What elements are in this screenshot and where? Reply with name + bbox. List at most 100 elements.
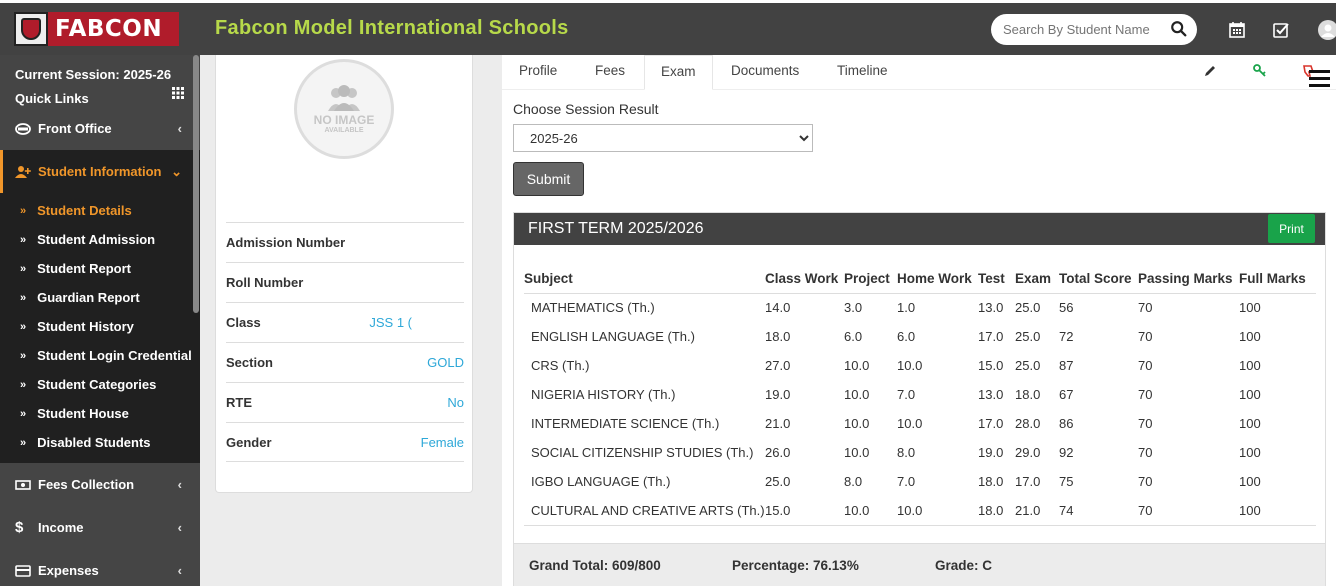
double-chevron-icon: » (20, 233, 27, 246)
table-cell: 70 (1138, 387, 1153, 402)
table-cell: 67 (1059, 387, 1074, 402)
table-cell: 18.0 (1015, 387, 1041, 402)
card-icon (15, 564, 31, 577)
money-icon (15, 479, 31, 490)
submenu-label: Student Categories (37, 377, 157, 392)
table-cell: MATHEMATICS (Th.) (531, 300, 655, 316)
tab-profile[interactable]: Profile (503, 55, 573, 90)
column-header: Project (844, 265, 897, 294)
column-header: Home Work (897, 265, 978, 294)
logo[interactable]: FABCON (14, 12, 179, 46)
sidebar-item-label: Student Information (38, 164, 162, 179)
sidebar-item-income[interactable]: $ Income ‹ (0, 506, 200, 549)
table-cell: 100 (1239, 300, 1261, 316)
table-cell: 100 (1239, 387, 1261, 402)
table-cell: 100 (1239, 358, 1261, 373)
submenu-student-details[interactable]: » Student Details (0, 196, 200, 225)
table-cell: 92 (1059, 445, 1074, 460)
sidebar-item-label: Front Office (38, 121, 112, 136)
table-cell: 17.0 (978, 416, 1004, 431)
sidebar-item-front-office[interactable]: Front Office ‹ (0, 107, 200, 150)
sidebar-scrollbar[interactable] (193, 55, 199, 313)
sidebar-item-label: Expenses (38, 563, 99, 578)
table-cell: CULTURAL AND CREATIVE ARTS (Th.) (524, 496, 765, 526)
session-panel: Current Session: 2025-26 Quick Links (0, 55, 200, 107)
session-result-label: Choose Session Result (513, 101, 659, 117)
info-value: JSS 1 ( (369, 315, 412, 330)
search-icon[interactable] (1170, 20, 1188, 38)
submenu-student-login-credential[interactable]: » Student Login Credential (0, 341, 200, 370)
table-cell: 56 (1059, 300, 1074, 316)
table-cell: 70 (1138, 300, 1153, 316)
table-row: SOCIAL CITIZENSHIP STUDIES (Th.) 26.0 10.0… (524, 438, 1316, 467)
table-cell: NIGERIA HISTORY (Th.) (531, 387, 676, 402)
table-cell: 21.0 (765, 416, 791, 431)
table-cell: 27.0 (765, 358, 791, 373)
tab-fees[interactable]: Fees (579, 55, 641, 90)
table-cell: 70 (1138, 416, 1153, 431)
table-cell: 13.0 (978, 300, 1004, 316)
key-icon[interactable] (1253, 64, 1267, 78)
info-label: Class (226, 315, 261, 330)
table-row: ENGLISH LANGUAGE (Th.) 18.0 6.0 6.0 17.0 25.0… (524, 322, 1316, 351)
sidebar-item-student-information[interactable]: Student Information ⌄ (0, 150, 200, 193)
sidebar-item-expenses[interactable]: Expenses ‹ (0, 549, 200, 586)
edit-icon[interactable] (1203, 64, 1217, 78)
column-header: Total Score (1059, 265, 1138, 294)
submenu-student-report[interactable]: » Student Report (0, 254, 200, 283)
table-cell: 25.0 (765, 474, 791, 489)
table-cell: 10.0 (844, 358, 870, 373)
sidebar-item-fees-collection[interactable]: Fees Collection ‹ (0, 463, 200, 506)
table-cell: 100 (1239, 474, 1261, 489)
profile-info-list: Admission Number Roll Number Class JSS 1 … (226, 222, 464, 462)
submenu-student-history[interactable]: » Student History (0, 312, 200, 341)
search-input[interactable] (1003, 22, 1153, 37)
table-cell: 18.0 (978, 496, 1015, 526)
submit-button[interactable]: Submit (513, 162, 584, 196)
submenu-student-admission[interactable]: » Student Admission (0, 225, 200, 254)
current-session: Current Session: 2025-26 (15, 67, 172, 82)
submenu-guardian-report[interactable]: » Guardian Report (0, 283, 200, 312)
hamburger-menu-icon[interactable] (1309, 70, 1330, 88)
chevron-left-icon: ‹ (177, 477, 182, 492)
info-row-admission-number: Admission Number (226, 222, 464, 262)
task-check-icon[interactable] (1272, 21, 1290, 39)
double-chevron-icon: » (20, 291, 27, 304)
school-name: Fabcon Model International Schools (215, 17, 569, 39)
available-text: AVAILABLE (324, 126, 364, 134)
profile-photo: NO IMAGE AVAILABLE (294, 59, 394, 159)
table-cell: 100 (1239, 496, 1316, 526)
tab-documents[interactable]: Documents (715, 55, 815, 90)
double-chevron-icon: » (20, 349, 27, 362)
submenu-disabled-students[interactable]: » Disabled Students (0, 428, 200, 457)
print-button[interactable]: Print (1268, 214, 1315, 243)
table-cell: 100 (1239, 329, 1261, 344)
table-cell: 26.0 (765, 445, 791, 460)
tab-timeline[interactable]: Timeline (821, 55, 904, 90)
table-cell: 72 (1059, 329, 1074, 344)
table-cell: INTERMEDIATE SCIENCE (Th.) (531, 416, 720, 431)
table-cell: 100 (1239, 445, 1261, 460)
double-chevron-icon: » (20, 320, 27, 333)
table-cell: 8.0 (897, 445, 916, 460)
session-select[interactable]: 2025-26 (513, 124, 813, 152)
submenu-label: Student Details (37, 203, 132, 218)
table-row: MATHEMATICS (Th.) 14.0 3.0 1.0 13.0 25.0 56 70 1… (524, 293, 1316, 322)
column-header: Class Work (765, 265, 844, 294)
info-row-rte: RTE No (226, 382, 464, 422)
submenu-student-categories[interactable]: » Student Categories (0, 370, 200, 399)
table-cell: 7.0 (897, 474, 916, 489)
table-cell: CRS (Th.) (531, 358, 590, 373)
submenu-label: Student Report (37, 261, 132, 276)
table-cell: 10.0 (844, 445, 870, 460)
table-row: IGBO LANGUAGE (Th.) 25.0 8.0 7.0 18.0 17.0 75 7… (524, 467, 1316, 496)
info-label: RTE (226, 395, 252, 410)
table-cell: SOCIAL CITIZENSHIP STUDIES (Th.) (531, 445, 754, 460)
calendar-icon[interactable] (1228, 21, 1246, 39)
info-value: No (447, 395, 464, 410)
table-cell: 100 (1239, 416, 1261, 431)
user-avatar-icon[interactable] (1318, 20, 1336, 40)
submenu-student-house[interactable]: » Student House (0, 399, 200, 428)
grid-icon[interactable] (172, 87, 184, 99)
tab-exam[interactable]: Exam (644, 55, 713, 90)
